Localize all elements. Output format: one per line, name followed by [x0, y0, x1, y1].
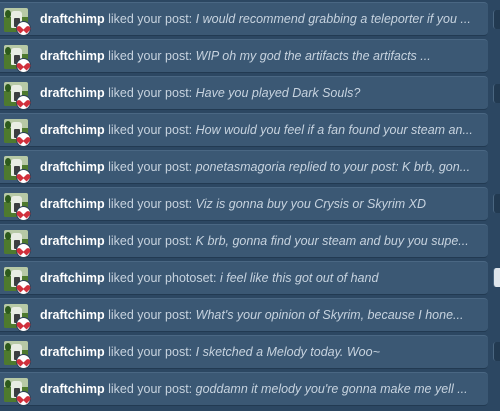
- post-link[interactable]: Viz is gonna buy you Crysis or Skyrim XD: [196, 197, 426, 211]
- heart-icon: [15, 392, 32, 405]
- post-link[interactable]: i feel like this got out of hand: [220, 271, 378, 285]
- post-link[interactable]: WIP oh my god the artifacts the artifact…: [196, 49, 431, 63]
- username-link[interactable]: draftchimp: [40, 197, 105, 211]
- username-link[interactable]: draftchimp: [40, 123, 105, 137]
- action-text: liked your post:: [108, 49, 193, 63]
- adjacent-post-thumbnail[interactable]: [493, 84, 500, 103]
- username-link[interactable]: draftchimp: [40, 382, 105, 396]
- notification-row[interactable]: draftchimp liked your post: I sketched a…: [0, 335, 488, 369]
- notification-row[interactable]: draftchimp liked your post: I would reco…: [0, 2, 488, 36]
- action-text: liked your post:: [108, 308, 193, 322]
- action-text: liked your photoset:: [108, 271, 217, 285]
- notification-row[interactable]: draftchimp liked your post: Have you pla…: [0, 76, 488, 110]
- notification-row[interactable]: draftchimp liked your post: goddamn it m…: [0, 372, 488, 406]
- heart-icon: [15, 244, 32, 257]
- post-link[interactable]: I would recommend grabbing a teleporter …: [196, 12, 471, 26]
- action-text: liked your post:: [108, 234, 193, 248]
- post-link[interactable]: How would you feel if a fan found your s…: [196, 123, 473, 137]
- action-text: liked your post:: [108, 197, 193, 211]
- heart-icon: [15, 59, 32, 72]
- post-link[interactable]: Have you played Dark Souls?: [196, 86, 361, 100]
- notification-row[interactable]: draftchimp liked your post: How would yo…: [0, 113, 488, 147]
- heart-icon: [15, 355, 32, 368]
- adjacent-post-thumbnail[interactable]: [493, 268, 500, 287]
- username-link[interactable]: draftchimp: [40, 12, 105, 26]
- username-link[interactable]: draftchimp: [40, 271, 105, 285]
- post-link[interactable]: goddamn it melody you're gonna make me y…: [196, 382, 468, 396]
- notification-row[interactable]: draftchimp liked your post: Viz is gonna…: [0, 187, 488, 221]
- adjacent-post-thumbnail[interactable]: [493, 10, 500, 29]
- heart-icon: [15, 170, 32, 183]
- username-link[interactable]: draftchimp: [40, 234, 105, 248]
- adjacent-post-thumbnail[interactable]: [493, 194, 500, 213]
- action-text: liked your post:: [108, 160, 193, 174]
- username-link[interactable]: draftchimp: [40, 49, 105, 63]
- post-link[interactable]: ponetasmagoria replied to your post: K b…: [196, 160, 470, 174]
- username-link[interactable]: draftchimp: [40, 86, 105, 100]
- username-link[interactable]: draftchimp: [40, 308, 105, 322]
- heart-icon: [15, 96, 32, 109]
- action-text: liked your post:: [108, 12, 193, 26]
- post-link[interactable]: What's your opinion of Skyrim, because I…: [196, 308, 464, 322]
- action-text: liked your post:: [108, 123, 193, 137]
- heart-icon: [15, 22, 32, 35]
- heart-icon: [15, 133, 32, 146]
- heart-icon: [15, 318, 32, 331]
- notification-row[interactable]: draftchimp liked your post: ponetasmagor…: [0, 150, 488, 184]
- adjacent-post-thumbnail[interactable]: [493, 342, 500, 361]
- action-text: liked your post:: [108, 86, 193, 100]
- username-link[interactable]: draftchimp: [40, 160, 105, 174]
- heart-icon: [15, 207, 32, 220]
- username-link[interactable]: draftchimp: [40, 345, 105, 359]
- heart-icon: [15, 281, 32, 294]
- action-text: liked your post:: [108, 382, 193, 396]
- notification-feed: draftchimp liked your post: I would reco…: [0, 0, 500, 411]
- post-link[interactable]: K brb, gonna find your steam and buy you…: [196, 234, 469, 248]
- notification-row[interactable]: draftchimp liked your post: K brb, gonna…: [0, 224, 488, 258]
- post-link[interactable]: I sketched a Melody today. Woo~: [196, 345, 380, 359]
- notification-row[interactable]: draftchimp liked your post: WIP oh my go…: [0, 39, 488, 73]
- notification-row[interactable]: draftchimp liked your photoset: i feel l…: [0, 261, 488, 295]
- action-text: liked your post:: [108, 345, 193, 359]
- notification-row[interactable]: draftchimp liked your post: What's your …: [0, 298, 488, 332]
